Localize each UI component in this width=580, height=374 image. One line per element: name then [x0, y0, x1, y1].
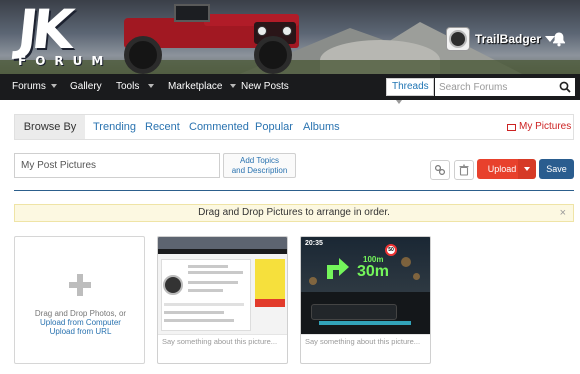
tab-recent[interactable]: Recent: [145, 115, 180, 139]
search-icon: [559, 81, 571, 93]
avatar-badge-icon: [449, 30, 467, 48]
logo-text: JK: [14, 0, 72, 61]
turn-right-arrow-icon: [327, 258, 349, 279]
chevron-down-icon: [230, 84, 237, 89]
tab-trending[interactable]: Trending: [93, 115, 136, 139]
nav-item-label: Tools: [116, 81, 140, 92]
banner-jeep-image: [104, 4, 314, 74]
trash-icon: [459, 164, 469, 176]
main-nav: Forums Gallery Tools Marketplace New Pos…: [0, 74, 580, 105]
header-banner: JK FORUM TrailBadger: [0, 0, 580, 74]
tab-popular[interactable]: Popular: [255, 115, 293, 139]
album-name-input[interactable]: [14, 153, 220, 178]
tab-albums[interactable]: Albums: [303, 115, 340, 139]
browse-tabs: Browse By Trending Recent Commented Popu…: [14, 114, 574, 140]
photo-card[interactable]: 20:35 50 100m 30m Say something about th…: [300, 236, 431, 364]
chevron-down-icon: [524, 167, 530, 171]
photo-thumbnail[interactable]: [158, 237, 287, 334]
jeep-wheel: [254, 36, 292, 74]
jeep-wheel: [124, 36, 162, 74]
thumb-text-line: [188, 265, 228, 268]
thumb-light: [401, 257, 411, 267]
nav-item-gallery[interactable]: Gallery: [70, 74, 102, 100]
photo-card[interactable]: Say something about this picture...: [157, 236, 288, 364]
nav-item-label: Gallery: [70, 81, 102, 92]
section-divider: [14, 190, 574, 191]
thumb-header: [158, 237, 287, 249]
nav-item-label: Forums: [12, 81, 46, 92]
thumb-text-line: [164, 319, 234, 322]
thumb-text-line: [188, 281, 238, 284]
nav-item-new-posts[interactable]: New Posts: [241, 74, 289, 100]
chevron-down-icon: [396, 100, 402, 105]
save-button[interactable]: Save: [539, 159, 574, 179]
delete-button[interactable]: [454, 160, 474, 180]
nav-item-marketplace[interactable]: Marketplace: [168, 74, 237, 100]
thumb-light: [413, 273, 420, 280]
thumb-nav: [158, 249, 287, 254]
nav-item-tools[interactable]: Tools: [116, 74, 155, 100]
thumb-ad: [255, 259, 285, 299]
search-scope-label: Threads: [392, 81, 429, 92]
jeep-windshield: [174, 4, 210, 22]
my-pictures-label: My Pictures: [519, 121, 572, 132]
thumb-ad: [255, 299, 285, 307]
upload-from-url-link[interactable]: Upload from URL: [15, 327, 146, 336]
photo-caption-input[interactable]: Say something about this picture...: [158, 334, 287, 348]
avatar[interactable]: [446, 27, 470, 51]
hud-distance-value: 30: [357, 263, 375, 280]
thumb-phone: [311, 304, 397, 320]
info-notice: Drag and Drop Pictures to arrange in ord…: [14, 204, 574, 222]
thumb-text-line: [164, 303, 244, 306]
search-input[interactable]: [435, 78, 555, 96]
user-menu[interactable]: TrailBadger: [446, 26, 556, 52]
link-icon: [434, 164, 446, 176]
thumb-text-line: [188, 289, 223, 292]
picture-icon: [507, 123, 516, 131]
add-topics-label: and Description: [231, 166, 288, 175]
upload-options-dropdown[interactable]: [518, 159, 536, 179]
browse-by-label: Browse By: [15, 115, 85, 139]
upload-from-computer-link[interactable]: Upload from Computer: [15, 318, 146, 327]
close-icon[interactable]: ×: [560, 205, 566, 221]
nav-item-label: Marketplace: [168, 81, 223, 92]
jeep-headlight: [282, 26, 292, 36]
notice-text: Drag and Drop Pictures to arrange in ord…: [198, 207, 390, 218]
thumb-text-line: [188, 271, 243, 274]
nav-item-label: New Posts: [241, 81, 289, 92]
tab-commented[interactable]: Commented: [189, 115, 249, 139]
search-scope-select[interactable]: Threads: [386, 78, 434, 105]
logo-subtext: FORUM: [18, 54, 113, 68]
chevron-down-icon: [50, 84, 57, 89]
thumb-light: [309, 277, 317, 285]
add-topics-label: Add Topics: [240, 156, 279, 165]
photo-thumbnail[interactable]: 20:35 50 100m 30m: [301, 237, 430, 334]
thumb-text-line: [164, 311, 224, 314]
my-pictures-link[interactable]: My Pictures: [507, 115, 571, 139]
upload-dropzone[interactable]: Drag and Drop Photos, or Upload from Com…: [14, 236, 145, 364]
hud-distance-unit: m: [374, 263, 390, 280]
chevron-down-icon: [148, 84, 155, 89]
hud-time: 20:35: [305, 240, 323, 247]
thumb-avatar: [163, 275, 183, 295]
plus-icon: [69, 274, 91, 296]
link-button[interactable]: [430, 160, 450, 180]
nav-item-forums[interactable]: Forums: [12, 74, 57, 100]
username[interactable]: TrailBadger: [475, 32, 541, 46]
hud-distance: 30m: [357, 263, 389, 281]
site-logo[interactable]: JK FORUM: [12, 0, 113, 70]
hud-speed-limit: 50: [385, 244, 397, 256]
dropzone-hint: Drag and Drop Photos, or: [34, 309, 127, 318]
bell-icon[interactable]: [551, 31, 567, 47]
thumb-hud-glow: [319, 321, 411, 325]
jeep-headlight: [257, 26, 267, 36]
search-button[interactable]: [555, 78, 575, 96]
photo-caption-input[interactable]: Say something about this picture...: [301, 334, 430, 348]
add-topics-button[interactable]: Add Topics and Description: [223, 153, 296, 178]
